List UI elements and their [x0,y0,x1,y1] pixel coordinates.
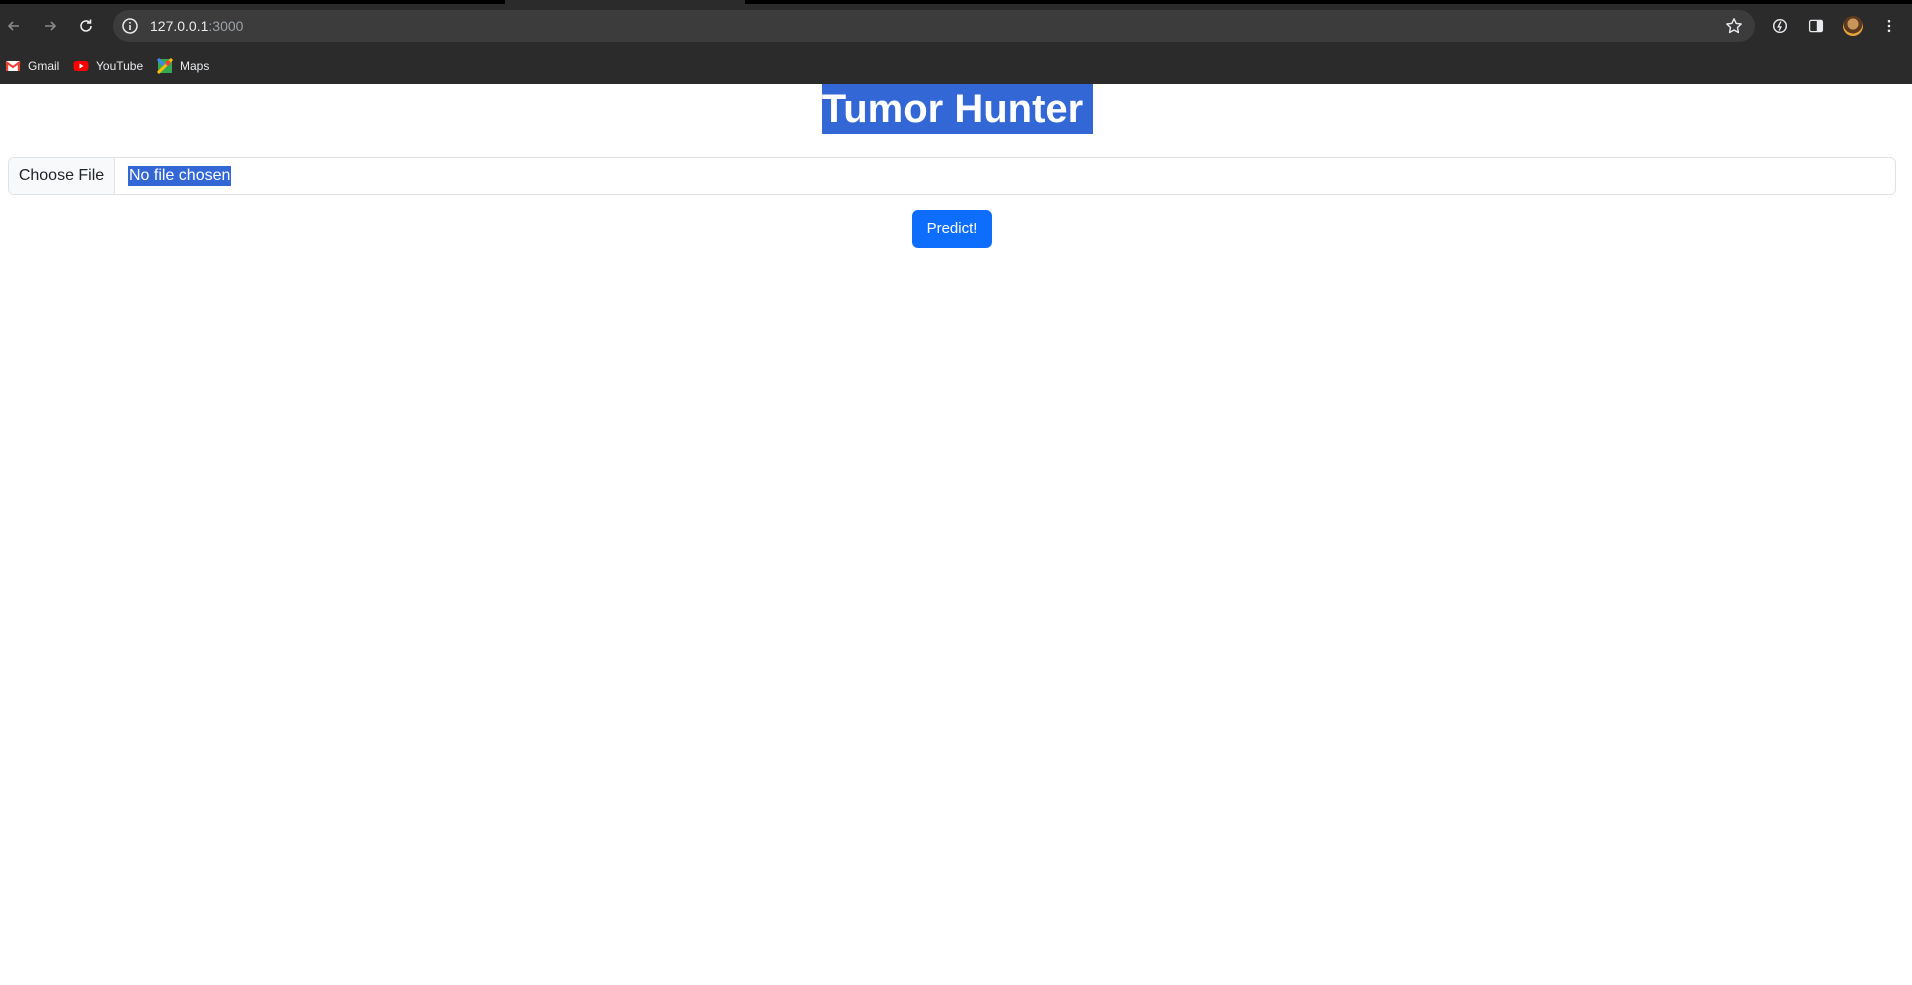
bookmark-label: Gmail [28,59,60,73]
bookmark-youtube[interactable]: YouTube [73,57,143,75]
predict-button[interactable]: Predict! [912,210,992,248]
back-arrow-icon [7,21,19,31]
youtube-icon [73,61,89,71]
url-host: 127.0.0.1 [150,18,209,34]
forward-arrow-icon [45,21,57,31]
browser-toolbar: 127.0.0.1:3000 [0,4,1912,48]
side-panel-button[interactable] [1806,16,1826,36]
extension-button[interactable] [1770,16,1790,36]
bookmark-maps[interactable]: Maps [157,57,209,75]
kebab-menu-icon [1887,19,1891,33]
url-text: 127.0.0.1:3000 [150,10,243,42]
profile-avatar[interactable] [1843,16,1863,36]
side-panel-icon [1808,19,1824,33]
bookmark-label: Maps [180,59,210,73]
bookmarks-bar: Gmail YouTube Maps [0,48,1912,84]
page-title: Tumor Hunter [821,84,1094,134]
bookmark-gmail[interactable]: Gmail [5,57,59,75]
file-upload-input[interactable]: Choose File No file chosen [8,157,1896,195]
bookmark-star-icon[interactable] [1725,17,1743,35]
page-content: Tumor Hunter Choose File No file chosen … [0,84,1912,985]
title-wrapper: Tumor Hunter [0,84,1912,134]
reload-button[interactable] [72,12,100,40]
menu-button[interactable] [1879,16,1899,36]
choose-file-button[interactable]: Choose File [9,158,115,194]
forward-button[interactable] [36,12,64,40]
bookmark-label: YouTube [96,59,144,73]
file-status-text: No file chosen [128,166,232,186]
url-port: :3000 [208,18,244,34]
performance-icon [1772,18,1788,34]
reload-icon [80,19,92,32]
back-button[interactable] [0,12,28,40]
site-info-icon[interactable] [121,17,139,35]
address-bar[interactable]: 127.0.0.1:3000 [113,10,1755,42]
maps-icon [157,58,173,74]
gmail-icon [5,61,21,71]
